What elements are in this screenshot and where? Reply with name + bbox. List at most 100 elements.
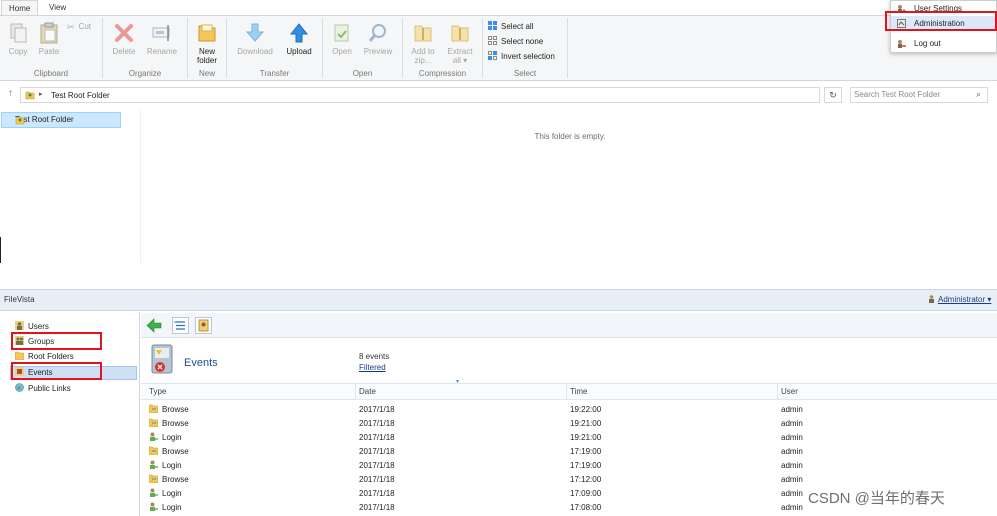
login-icon bbox=[150, 460, 158, 469]
column-type[interactable]: Type bbox=[149, 387, 166, 396]
ribbon-tab-bar bbox=[0, 0, 997, 15]
date-cell: 2017/1/18 bbox=[359, 419, 395, 428]
select-all-button[interactable]: Select all bbox=[488, 20, 533, 33]
type-cell: Login bbox=[149, 487, 182, 501]
menu-item-label: Log out bbox=[914, 39, 941, 48]
sort-caret-icon: ▾ bbox=[456, 379, 460, 385]
table-row[interactable]: Browse 2017/1/18 19:21:00 admin bbox=[141, 417, 997, 431]
extract-all-button[interactable]: Extract all ▾ bbox=[444, 22, 476, 65]
type-text: Browse bbox=[162, 475, 189, 484]
extract-all-label-1: Extract bbox=[447, 47, 473, 56]
select-all-icon bbox=[488, 21, 497, 30]
type-cell: Browse bbox=[149, 417, 189, 431]
select-none-button[interactable]: Select none bbox=[488, 35, 543, 48]
new-group-label: New bbox=[198, 69, 215, 78]
column-divider[interactable] bbox=[355, 384, 356, 399]
address-path[interactable]: Test Root Folder bbox=[51, 91, 110, 100]
download-button[interactable]: Download bbox=[234, 22, 276, 56]
csdn-watermark: CSDN @当年的春天 bbox=[808, 490, 945, 507]
upload-arrow-icon bbox=[289, 23, 309, 43]
type-text: Browse bbox=[162, 419, 189, 428]
filevista-title: FileVista bbox=[4, 295, 35, 304]
user-cell: admin bbox=[781, 503, 803, 512]
group-divider bbox=[567, 18, 568, 78]
select-group-label: Select bbox=[513, 69, 537, 78]
menu-item-log-out[interactable]: Log out bbox=[891, 36, 996, 51]
date-cell: 2017/1/18 bbox=[359, 405, 395, 414]
log-out-icon bbox=[898, 40, 906, 48]
column-time[interactable]: Time bbox=[570, 387, 587, 396]
add-to-zip-label-2: zip... bbox=[414, 56, 432, 65]
extract-all-label-2: all ▾ bbox=[452, 56, 468, 65]
download-label: Download bbox=[237, 47, 273, 56]
user-cell: admin bbox=[781, 433, 803, 442]
table-row[interactable]: Login 2017/1/18 17:19:00 admin bbox=[141, 459, 997, 473]
administrator-label: Administrator ▾ bbox=[938, 295, 992, 304]
search-icon[interactable]: ⌕ bbox=[976, 89, 981, 100]
filter-list-button[interactable] bbox=[172, 317, 189, 334]
table-row[interactable]: Browse 2017/1/18 19:22:00 admin bbox=[141, 403, 997, 417]
add-to-zip-button[interactable]: Add to zip... bbox=[408, 22, 438, 65]
folder-user-icon bbox=[25, 91, 35, 100]
date-cell: 2017/1/18 bbox=[359, 503, 395, 512]
event-log-button[interactable] bbox=[195, 317, 212, 334]
date-cell: 2017/1/18 bbox=[359, 461, 395, 470]
new-folder-label-1: New bbox=[198, 47, 215, 56]
events-filtered-link[interactable]: Filtered bbox=[359, 363, 386, 372]
type-cell: Login bbox=[149, 501, 182, 515]
delete-button[interactable]: Delete bbox=[110, 22, 138, 56]
back-arrow-icon[interactable] bbox=[146, 318, 162, 333]
column-date[interactable]: Date bbox=[359, 387, 376, 396]
folder-user-icon bbox=[15, 116, 25, 125]
cut-button[interactable]: ✂ Cut bbox=[67, 20, 91, 33]
browse-icon bbox=[149, 474, 158, 483]
delete-label: Delete bbox=[112, 47, 136, 56]
rename-button[interactable]: Rename bbox=[145, 22, 179, 56]
pane-divider[interactable] bbox=[140, 108, 141, 263]
highlight-administration bbox=[885, 11, 997, 31]
tab-home[interactable]: Home bbox=[1, 0, 39, 15]
invert-selection-button[interactable]: Invert selection bbox=[488, 50, 555, 63]
transfer-group-label: Transfer bbox=[259, 69, 290, 78]
type-cell: Browse bbox=[149, 473, 189, 487]
column-divider[interactable] bbox=[777, 384, 778, 399]
filevista-header bbox=[0, 289, 997, 311]
type-text: Browse bbox=[162, 447, 189, 456]
folder-icon bbox=[198, 24, 216, 42]
preview-button[interactable]: Preview bbox=[362, 22, 394, 56]
upload-button[interactable]: Upload bbox=[283, 22, 315, 56]
download-arrow-icon bbox=[245, 23, 265, 42]
login-icon bbox=[150, 488, 158, 497]
table-row[interactable]: Browse 2017/1/18 17:12:00 admin bbox=[141, 473, 997, 487]
type-text: Login bbox=[162, 433, 182, 442]
table-row[interactable]: Browse 2017/1/18 17:19:00 admin bbox=[141, 445, 997, 459]
copy-button[interactable]: Copy bbox=[6, 22, 30, 56]
search-input[interactable]: Search Test Root Folder bbox=[850, 87, 988, 103]
users-icon bbox=[15, 321, 24, 330]
address-bar[interactable] bbox=[20, 87, 820, 103]
open-button[interactable]: Open bbox=[328, 22, 356, 56]
open-file-icon bbox=[334, 24, 349, 42]
nav-item-public-links[interactable]: Public Links bbox=[15, 383, 71, 395]
type-cell: Login bbox=[149, 459, 182, 473]
organize-group-label: Organize bbox=[128, 69, 162, 78]
refresh-button[interactable]: ↻ bbox=[824, 87, 842, 103]
empty-folder-message: This folder is empty. bbox=[534, 132, 606, 141]
chevron-right-icon[interactable]: ▸ bbox=[39, 90, 43, 98]
up-arrow-icon[interactable]: ↑ bbox=[8, 88, 13, 99]
nav-item-label: Users bbox=[28, 322, 49, 331]
new-folder-button[interactable]: New folder bbox=[192, 22, 222, 65]
magnifier-icon bbox=[368, 24, 386, 42]
copy-icon bbox=[10, 23, 27, 43]
invert-selection-label: Invert selection bbox=[501, 52, 555, 61]
type-text: Browse bbox=[162, 405, 189, 414]
tab-view[interactable]: View bbox=[42, 0, 73, 15]
open-label: Open bbox=[332, 47, 352, 56]
table-row[interactable]: Login 2017/1/18 19:21:00 admin bbox=[141, 431, 997, 445]
browse-icon bbox=[149, 446, 158, 455]
column-user[interactable]: User bbox=[781, 387, 798, 396]
filter-list-icon bbox=[174, 321, 185, 330]
column-divider[interactable] bbox=[566, 384, 567, 399]
paste-button[interactable]: Paste bbox=[36, 22, 62, 56]
administrator-menu[interactable]: Administrator ▾ bbox=[928, 295, 991, 304]
